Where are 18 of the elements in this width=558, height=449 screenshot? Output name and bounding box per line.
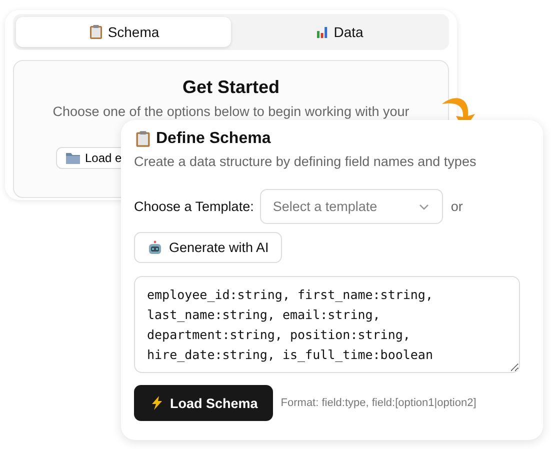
template-label: Choose a Template: bbox=[134, 199, 254, 214]
template-select[interactable]: Select a template bbox=[260, 189, 443, 224]
clipboard-icon bbox=[88, 24, 104, 40]
tab[interactable]: Schema bbox=[16, 17, 231, 47]
format-hint: Format: field:type, field:[option1|option2] bbox=[280, 397, 476, 409]
load-schema-button[interactable]: Load Schema bbox=[134, 385, 273, 421]
card-text: Choose one of the options below to begin working with your bbox=[52, 104, 410, 119]
folder-icon bbox=[65, 150, 81, 166]
robot-icon bbox=[147, 240, 163, 256]
card-description: Create a data structure by defining field names and types bbox=[134, 154, 478, 169]
lightning-icon bbox=[149, 395, 165, 411]
schema-input-field[interactable]: employee_id:string, first_name:string, last_name:string, email:string, department:string, position:string, hire_date:string, is_full_time:boolean bbox=[134, 276, 520, 373]
or-text: or bbox=[450, 199, 463, 214]
card-title: Define Schema bbox=[156, 130, 271, 148]
card-title: Get Started bbox=[182, 77, 280, 98]
generate-ai-button[interactable]: Generate with AI bbox=[134, 232, 282, 263]
clipboard-icon bbox=[134, 130, 152, 148]
tab[interactable]: Data bbox=[231, 17, 446, 47]
